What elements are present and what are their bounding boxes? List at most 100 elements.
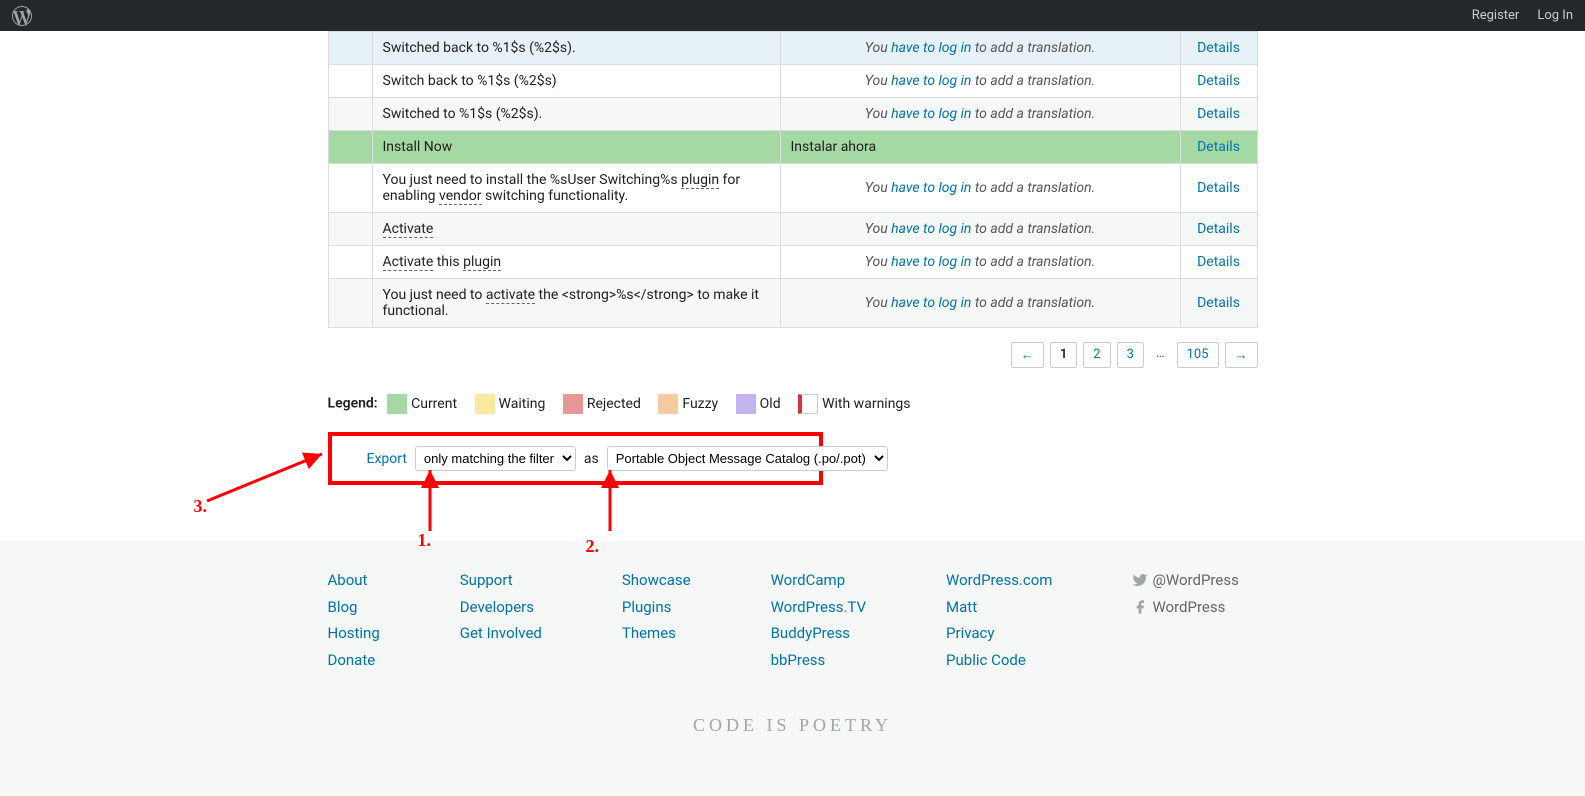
page-prev[interactable]: ← (1011, 342, 1044, 368)
legend-swatch-current (387, 394, 407, 414)
table-row[interactable]: ActivateYou have to log in to add a tran… (328, 213, 1257, 246)
details-link[interactable]: Details (1197, 254, 1240, 270)
actions-cell: Details (1180, 32, 1257, 65)
details-link[interactable]: Details (1197, 221, 1240, 237)
table-row[interactable]: Switch back to %1$s (%2$s)You have to lo… (328, 65, 1257, 98)
login-to-translate-link[interactable]: have to log in (891, 73, 971, 89)
footer-col-1: About Blog Hosting Donate (328, 569, 380, 671)
footer-col-4: WordCamp WordPress.TV BuddyPress bbPress (771, 569, 866, 671)
footer-link[interactable]: Developers (460, 596, 542, 619)
legend-label-fuzzy: Fuzzy (682, 396, 718, 412)
footer-link[interactable]: About (328, 569, 380, 592)
actions-cell: Details (1180, 164, 1257, 213)
footer-col-2: Support Developers Get Involved (460, 569, 542, 671)
table-row[interactable]: Switched to %1$s (%2$s).You have to log … (328, 98, 1257, 131)
table-row[interactable]: You just need to install the %sUser Swit… (328, 164, 1257, 213)
original-cell: You just need to activate the <strong>%s… (372, 279, 780, 328)
export-as-label: as (584, 451, 599, 467)
register-link[interactable]: Register (1472, 8, 1520, 23)
original-cell: You just need to install the %sUser Swit… (372, 164, 780, 213)
priority-cell (328, 213, 372, 246)
footer-link[interactable]: Themes (622, 622, 691, 645)
actions-cell: Details (1180, 65, 1257, 98)
legend-label-waiting: Waiting (499, 396, 546, 412)
original-cell: Activate (372, 213, 780, 246)
footer-link[interactable]: Plugins (622, 596, 691, 619)
actions-cell: Details (1180, 131, 1257, 164)
legend-swatch-old (736, 394, 756, 414)
details-link[interactable]: Details (1197, 295, 1240, 311)
details-link[interactable]: Details (1197, 106, 1240, 122)
export-format-select[interactable]: Portable Object Message Catalog (.po/.po… (607, 446, 888, 471)
footer-link[interactable]: Donate (328, 649, 380, 672)
table-row[interactable]: Switched back to %1$s (%2$s).You have to… (328, 32, 1257, 65)
details-link[interactable]: Details (1197, 139, 1240, 155)
code-is-poetry: Code is Poetry (0, 715, 1585, 736)
actions-cell: Details (1180, 98, 1257, 131)
footer-link[interactable]: Hosting (328, 622, 380, 645)
footer: About Blog Hosting Donate Support Developers… (0, 541, 1585, 796)
footer-link[interactable]: Showcase (622, 569, 691, 592)
facebook-icon (1132, 599, 1148, 615)
footer-link[interactable]: Public Code (946, 649, 1052, 672)
translation-cell: You have to log in to add a translation. (780, 279, 1180, 328)
legend-title: Legend: (328, 396, 378, 412)
twitter-icon (1132, 572, 1148, 588)
page-3[interactable]: 3 (1117, 342, 1144, 368)
twitter-link[interactable]: @WordPress (1132, 569, 1238, 592)
page-last[interactable]: 105 (1177, 342, 1219, 368)
footer-link[interactable]: bbPress (771, 649, 866, 672)
legend-swatch-waiting (475, 394, 495, 414)
table-row[interactable]: Activate this pluginYou have to log in t… (328, 246, 1257, 279)
details-link[interactable]: Details (1197, 40, 1240, 56)
details-link[interactable]: Details (1197, 180, 1240, 196)
login-to-translate-link[interactable]: have to log in (891, 221, 971, 237)
annotation-arrow-3 (202, 446, 332, 506)
login-to-translate-link[interactable]: have to log in (891, 254, 971, 270)
translations-table: Switched back to %1$s (%2$s).You have to… (328, 31, 1258, 328)
footer-link[interactable]: Privacy (946, 622, 1052, 645)
footer-col-5: WordPress.com Matt Privacy Public Code (946, 569, 1052, 671)
translation-cell: You have to log in to add a translation. (780, 246, 1180, 279)
original-cell: Switched to %1$s (%2$s). (372, 98, 780, 131)
original-cell: Install Now (372, 131, 780, 164)
priority-cell (328, 131, 372, 164)
translation-cell: You have to log in to add a translation. (780, 65, 1180, 98)
login-to-translate-link[interactable]: have to log in (891, 106, 971, 122)
table-row[interactable]: Install NowInstalar ahoraDetails (328, 131, 1257, 164)
legend-label-warnings: With warnings (822, 396, 910, 412)
page-next[interactable]: → (1225, 342, 1258, 368)
actions-cell: Details (1180, 246, 1257, 279)
footer-link[interactable]: Support (460, 569, 542, 592)
translation-cell: You have to log in to add a translation. (780, 32, 1180, 65)
table-row[interactable]: You just need to activate the <strong>%s… (328, 279, 1257, 328)
footer-link[interactable]: WordCamp (771, 569, 866, 592)
footer-link[interactable]: WordPress.com (946, 569, 1052, 592)
page-2[interactable]: 2 (1083, 342, 1110, 368)
facebook-link[interactable]: WordPress (1132, 596, 1238, 619)
login-link[interactable]: Log In (1537, 8, 1573, 23)
login-to-translate-link[interactable]: have to log in (891, 40, 971, 56)
footer-link[interactable]: Blog (328, 596, 380, 619)
wordpress-logo-icon[interactable] (12, 6, 32, 26)
footer-link[interactable]: Get Involved (460, 622, 542, 645)
legend-label-old: Old (760, 396, 781, 412)
footer-link[interactable]: WordPress.TV (771, 596, 866, 619)
priority-cell (328, 164, 372, 213)
pagination: ← 1 2 3 … 105 → (328, 342, 1258, 368)
legend-label-rejected: Rejected (587, 396, 641, 412)
priority-cell (328, 65, 372, 98)
translation-cell: You have to log in to add a translation. (780, 213, 1180, 246)
original-cell: Switched back to %1$s (%2$s). (372, 32, 780, 65)
export-link[interactable]: Export (367, 451, 407, 467)
annotation-arrow-2 (600, 466, 620, 536)
details-link[interactable]: Details (1197, 73, 1240, 89)
footer-link[interactable]: BuddyPress (771, 622, 866, 645)
priority-cell (328, 279, 372, 328)
translation-cell: You have to log in to add a translation. (780, 98, 1180, 131)
footer-link[interactable]: Matt (946, 596, 1052, 619)
priority-cell (328, 32, 372, 65)
login-to-translate-link[interactable]: have to log in (891, 180, 971, 196)
login-to-translate-link[interactable]: have to log in (891, 295, 971, 311)
priority-cell (328, 246, 372, 279)
